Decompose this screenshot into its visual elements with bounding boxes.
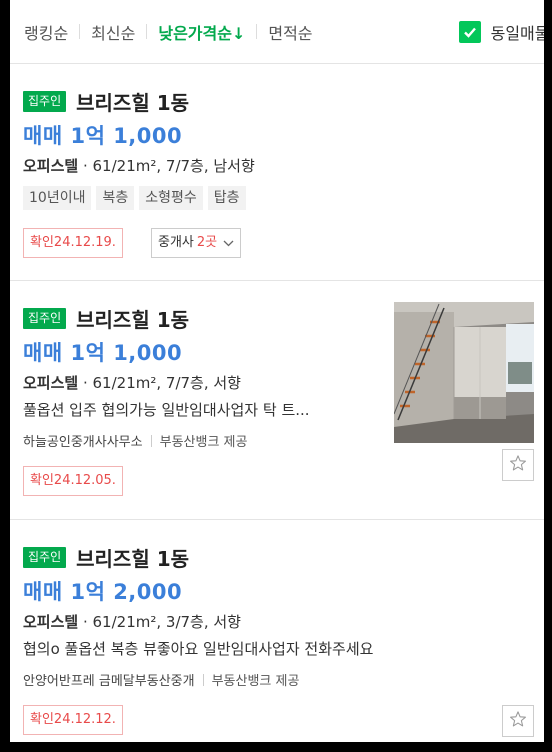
- tag: 소형평수: [139, 186, 203, 210]
- chevron-down-icon: [223, 240, 234, 247]
- listing-title: 브리즈힐 1동: [76, 91, 190, 115]
- property-type: 오피스텔: [23, 613, 79, 631]
- agent-dropdown-button[interactable]: 중개사 2곳: [151, 228, 242, 258]
- listing-price: 매매 1억 1,000: [23, 124, 183, 148]
- sort-separator: [79, 24, 81, 39]
- spec-detail: · 61/21m², 7/7층, 서향: [78, 374, 241, 392]
- property-type: 오피스텔: [23, 157, 79, 175]
- tag: 복층: [96, 186, 135, 210]
- favorite-button[interactable]: [502, 705, 534, 737]
- favorite-button[interactable]: [502, 449, 534, 481]
- star-outline-icon: [509, 710, 527, 732]
- group-duplicates-toggle[interactable]: 동일매물 묶기: [458, 20, 544, 44]
- listing-description: 풀옵션 입주 협의가능 일반임대사업자 탁 트...: [23, 401, 310, 419]
- owner-badge: 집주인: [23, 547, 67, 568]
- provider-row: 하늘공인중개사사무소 부동산뱅크 제공: [23, 431, 247, 450]
- listing-spec: 오피스텔 · 61/21m², 7/7층, 남서향: [23, 155, 255, 176]
- listing-item[interactable]: 집주인 브리즈힐 1동 매매 1억 1,000 오피스텔 · 61/21m², …: [10, 281, 544, 520]
- data-provider: 부동산뱅크 제공: [159, 435, 248, 450]
- listing-price: 매매 1억 2,000: [23, 580, 183, 604]
- provider-row: 안양어반프레 금메달부동산중개 부동산뱅크 제공: [23, 670, 299, 689]
- listing-title: 브리즈힐 1동: [76, 308, 190, 332]
- confirm-date: 확인24.12.19.: [23, 228, 123, 258]
- check-icon[interactable]: [458, 20, 481, 43]
- sort-newest[interactable]: 최신순: [91, 20, 135, 44]
- sort-ranking[interactable]: 랭킹순: [24, 20, 68, 44]
- listing-item[interactable]: 집주인 브리즈힐 1동 매매 1억 1,000 오피스텔 · 61/21m², …: [10, 64, 544, 281]
- sort-separator: [146, 24, 148, 39]
- listing-spec: 오피스텔 · 61/21m², 3/7층, 서향: [23, 611, 241, 632]
- agency-name: 하늘공인중개사사무소: [23, 435, 143, 450]
- listing-photo[interactable]: [394, 302, 534, 443]
- sort-area[interactable]: 면적순: [268, 20, 312, 44]
- provider-separator: [202, 673, 204, 686]
- confirm-date: 확인24.12.12.: [23, 705, 123, 735]
- agent-label: 중개사: [158, 235, 194, 250]
- tag: 탑층: [207, 186, 246, 210]
- tag-list: 10년이내 복층 소형평수 탑층: [23, 186, 246, 210]
- listing-description: 협의o 풀옵션 복층 뷰좋아요 일반임대사업자 전화주세요: [23, 640, 374, 658]
- listing-item[interactable]: 집주인 브리즈힐 1동 매매 1억 2,000 오피스텔 · 61/21m², …: [10, 520, 544, 742]
- owner-badge: 집주인: [23, 308, 67, 329]
- provider-separator: [150, 434, 152, 447]
- sort-low-price[interactable]: 낮은가격순↓: [158, 20, 245, 44]
- spec-detail: · 61/21m², 3/7층, 서향: [78, 613, 241, 631]
- listing-price: 매매 1억 1,000: [23, 341, 183, 365]
- agency-name: 안양어반프레 금메달부동산중개: [23, 674, 195, 689]
- group-duplicates-label: 동일매물 묶기: [490, 23, 544, 43]
- data-provider: 부동산뱅크 제공: [211, 674, 300, 689]
- listing-title: 브리즈힐 1동: [76, 547, 190, 571]
- property-type: 오피스텔: [23, 374, 79, 392]
- sort-separator: [256, 24, 258, 39]
- confirm-date: 확인24.12.05.: [23, 466, 123, 496]
- star-outline-icon: [509, 454, 527, 476]
- owner-badge: 집주인: [23, 91, 67, 112]
- tag: 10년이내: [23, 186, 92, 210]
- listing-spec: 오피스텔 · 61/21m², 7/7층, 서향: [23, 372, 241, 393]
- agent-count: 2곳: [196, 235, 218, 250]
- listing-panel: 랭킹순 최신순 낮은가격순↓ 면적순 동일매물 묶기 집주인 브리즈힐 1동 매…: [10, 0, 544, 742]
- spec-detail: · 61/21m², 7/7층, 남서향: [78, 157, 255, 175]
- sort-bar: 랭킹순 최신순 낮은가격순↓ 면적순 동일매물 묶기: [10, 0, 544, 64]
